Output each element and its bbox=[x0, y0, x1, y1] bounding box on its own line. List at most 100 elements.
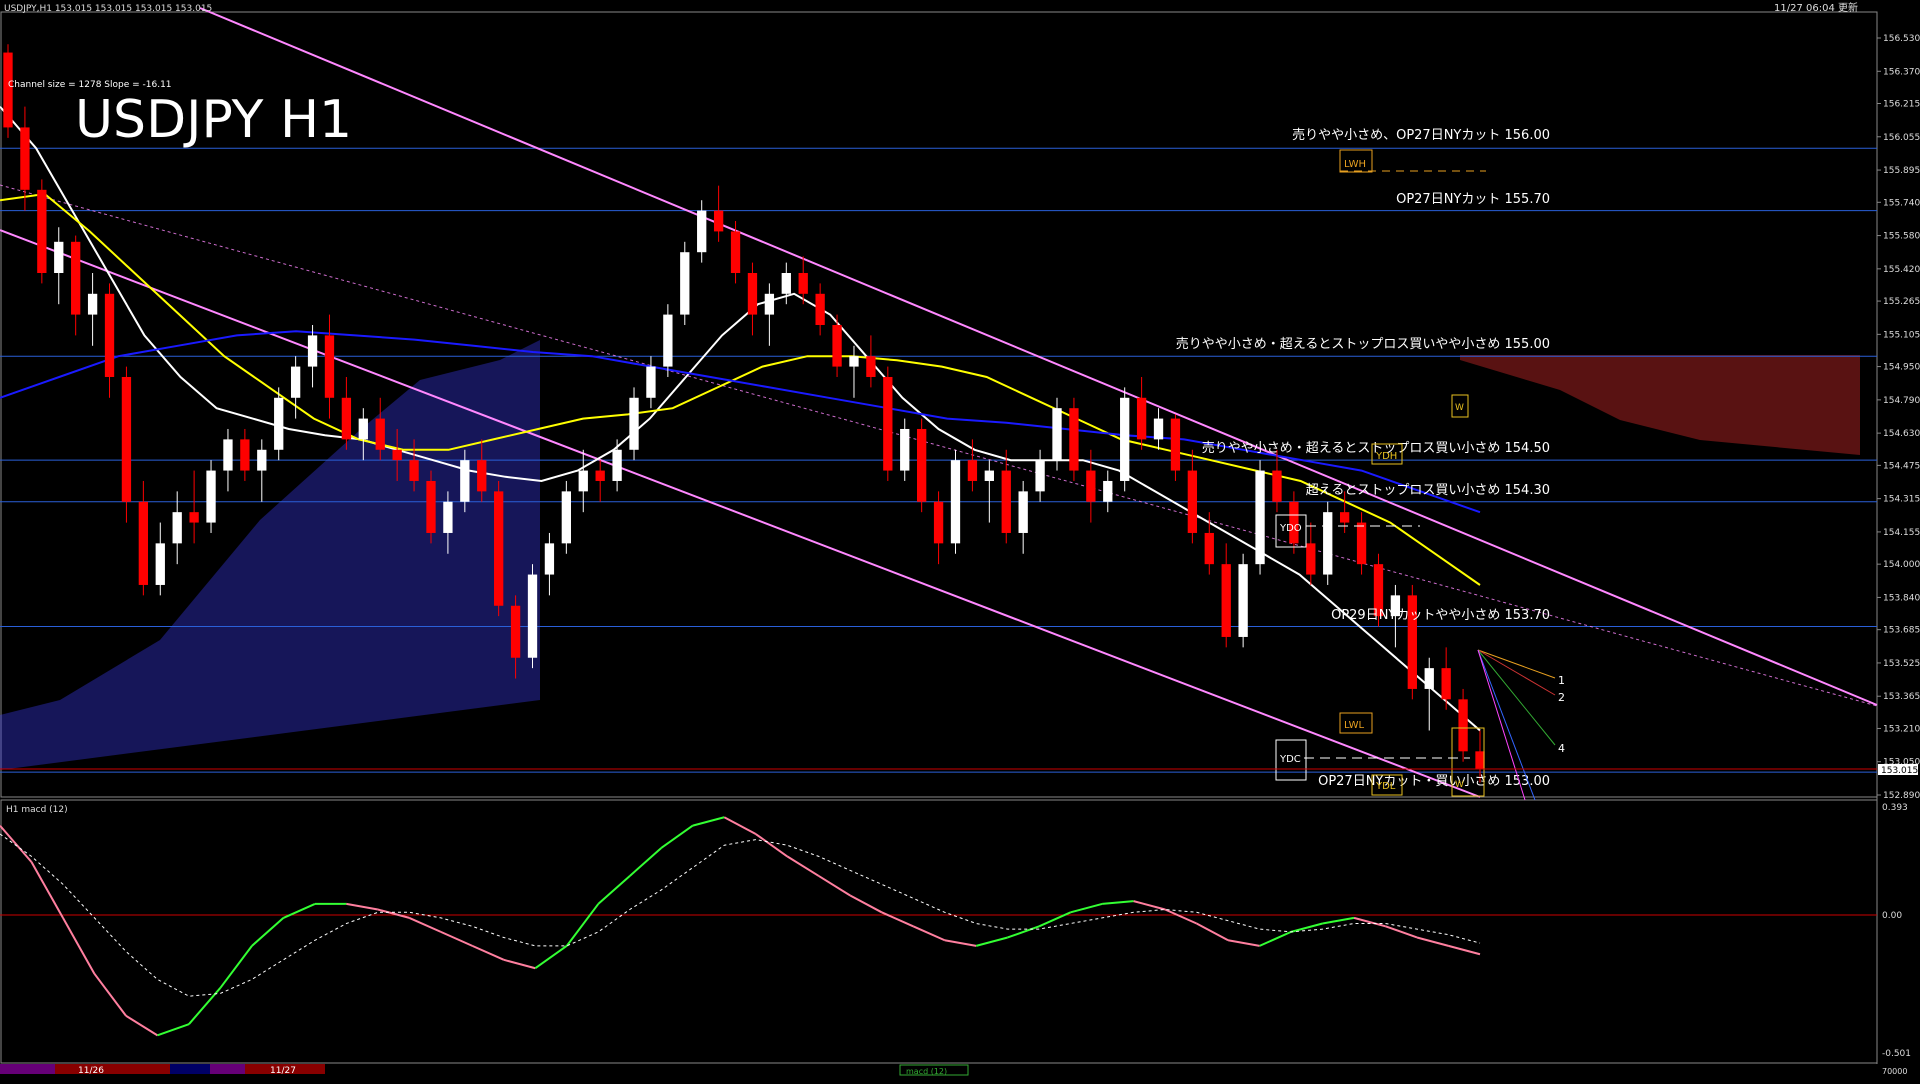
level-label-155: 売りやや小さめ・超えるとストップロス買いやや小さめ 155.00 bbox=[1176, 336, 1550, 352]
candle-body bbox=[866, 356, 876, 377]
level-label-156: 売りやや小さめ、OP27日NYカット 156.00 bbox=[1292, 127, 1550, 143]
price-tick-label: 155.740 bbox=[1883, 198, 1920, 208]
candle-body bbox=[37, 189, 47, 274]
date-label-1127: 11/27 bbox=[270, 1066, 296, 1076]
candle-body bbox=[155, 543, 165, 585]
candle-body bbox=[680, 252, 690, 315]
candle-body bbox=[477, 460, 487, 492]
candle-body bbox=[697, 210, 707, 253]
candle-body bbox=[121, 376, 132, 502]
symbol-header: USDJPY,H1 153.015 153.015 153.015 153.01… bbox=[4, 4, 212, 14]
candle-body bbox=[1204, 532, 1214, 565]
candle-body bbox=[1035, 460, 1045, 492]
price-tick-label: 155.105 bbox=[1883, 330, 1920, 340]
w-label-upper: W bbox=[1455, 403, 1464, 413]
candle-body bbox=[663, 314, 673, 367]
candle-body bbox=[87, 293, 98, 315]
datetime-stamp: 11/27 06:04 更新 bbox=[1774, 1, 1858, 14]
candle-body bbox=[443, 501, 453, 533]
candle-body bbox=[544, 543, 555, 575]
candle-body bbox=[54, 241, 64, 274]
candle-body bbox=[240, 439, 250, 471]
projection-label-2: 2 bbox=[1558, 691, 1565, 704]
price-tick-label: 153.210 bbox=[1883, 724, 1920, 734]
candle-body bbox=[1306, 543, 1316, 575]
price-tick-label: 154.790 bbox=[1883, 396, 1920, 406]
candle-body bbox=[71, 241, 81, 315]
projection-label-1: 1 bbox=[1558, 674, 1565, 687]
candle-body bbox=[104, 293, 115, 377]
candle-body bbox=[274, 397, 284, 450]
macd-header: H1 macd (12) bbox=[6, 805, 68, 815]
candle-body bbox=[629, 397, 639, 450]
macd-axis-bottom: -0.501 bbox=[1882, 1049, 1911, 1059]
candle-body bbox=[1272, 470, 1282, 502]
candle-body bbox=[1187, 470, 1198, 533]
candle-body bbox=[1170, 418, 1181, 471]
candle-body bbox=[764, 293, 775, 315]
candle-body bbox=[510, 605, 521, 658]
candle-body bbox=[612, 449, 622, 481]
candle-body bbox=[1086, 470, 1096, 502]
candle-body bbox=[324, 335, 335, 398]
candle-body bbox=[883, 376, 893, 471]
price-tick-label: 156.370 bbox=[1883, 67, 1920, 77]
lwl-label: LWL bbox=[1344, 720, 1365, 731]
level-label-154-30: 超えるとストップロス買い小さめ 154.30 bbox=[1306, 483, 1550, 498]
price-tick-label: 154.000 bbox=[1883, 560, 1920, 570]
candle-body bbox=[1356, 522, 1367, 565]
price-tick-label: 155.420 bbox=[1883, 265, 1920, 275]
price-tick-label: 154.315 bbox=[1883, 495, 1920, 505]
level-label-153-70: OP29日NYカットやや小さめ 153.70 bbox=[1331, 608, 1550, 623]
candle-body bbox=[189, 512, 199, 523]
candle-body bbox=[984, 470, 994, 481]
price-tick-label: 156.055 bbox=[1883, 133, 1920, 143]
candle-body bbox=[561, 491, 571, 544]
candle-body bbox=[781, 273, 791, 294]
candle-body bbox=[172, 512, 182, 544]
macd-axis-zero: 0.00 bbox=[1882, 911, 1902, 921]
candle-body bbox=[1238, 564, 1248, 637]
price-tick-label: 152.890 bbox=[1883, 791, 1920, 801]
channel-info: Channel size = 1278 Slope = -16.11 bbox=[8, 80, 172, 90]
bottom-right-value: 70000 bbox=[1882, 1067, 1907, 1076]
candle-body bbox=[595, 470, 605, 481]
candle-body bbox=[578, 470, 588, 492]
projection-label-4: 4 bbox=[1558, 742, 1565, 755]
w-label-lower: W bbox=[1455, 780, 1464, 790]
session-block bbox=[170, 1064, 210, 1074]
candle-body bbox=[1339, 512, 1350, 523]
chart-canvas: USDJPY,H1 153.015 153.015 153.015 153.01… bbox=[0, 0, 1920, 1080]
candle-body bbox=[1153, 418, 1164, 440]
candle-body bbox=[138, 501, 149, 585]
candle-body bbox=[646, 366, 656, 398]
price-tick-label: 154.950 bbox=[1883, 363, 1920, 373]
candle-body bbox=[206, 470, 216, 523]
main-title: USDJPY H1 bbox=[75, 90, 352, 150]
candle-body bbox=[1052, 408, 1062, 461]
candle-body bbox=[1475, 751, 1485, 770]
chart-window: USDJPY,H1 153.015 153.015 153.015 153.01… bbox=[0, 0, 1920, 1080]
candle-body bbox=[20, 127, 30, 190]
price-tick-label: 156.530 bbox=[1883, 34, 1920, 44]
candle-body bbox=[832, 324, 842, 367]
ydh-label: YDH bbox=[1375, 451, 1397, 462]
ydo-label: YDO bbox=[1279, 523, 1302, 534]
candle-body bbox=[849, 356, 859, 367]
candle-body bbox=[290, 366, 301, 398]
candle-body bbox=[1255, 470, 1265, 565]
session-block bbox=[0, 1064, 55, 1074]
candle-body bbox=[409, 460, 419, 481]
candle-body bbox=[1441, 668, 1451, 700]
price-tick-label: 153.525 bbox=[1883, 659, 1920, 669]
candle-body bbox=[917, 428, 927, 502]
candle-body bbox=[713, 210, 724, 232]
level-label-155-70: OP27日NYカット 155.70 bbox=[1396, 192, 1550, 207]
candle-body bbox=[257, 449, 267, 471]
candle-body bbox=[730, 231, 741, 274]
candle-body bbox=[426, 480, 436, 533]
level-label-153: OP27日NYカット・買い小さめ 153.00 bbox=[1318, 774, 1550, 789]
candle-body bbox=[1458, 699, 1468, 752]
macd-tag: macd (12) bbox=[906, 1067, 947, 1076]
macd-axis-top: 0.393 bbox=[1882, 803, 1908, 813]
